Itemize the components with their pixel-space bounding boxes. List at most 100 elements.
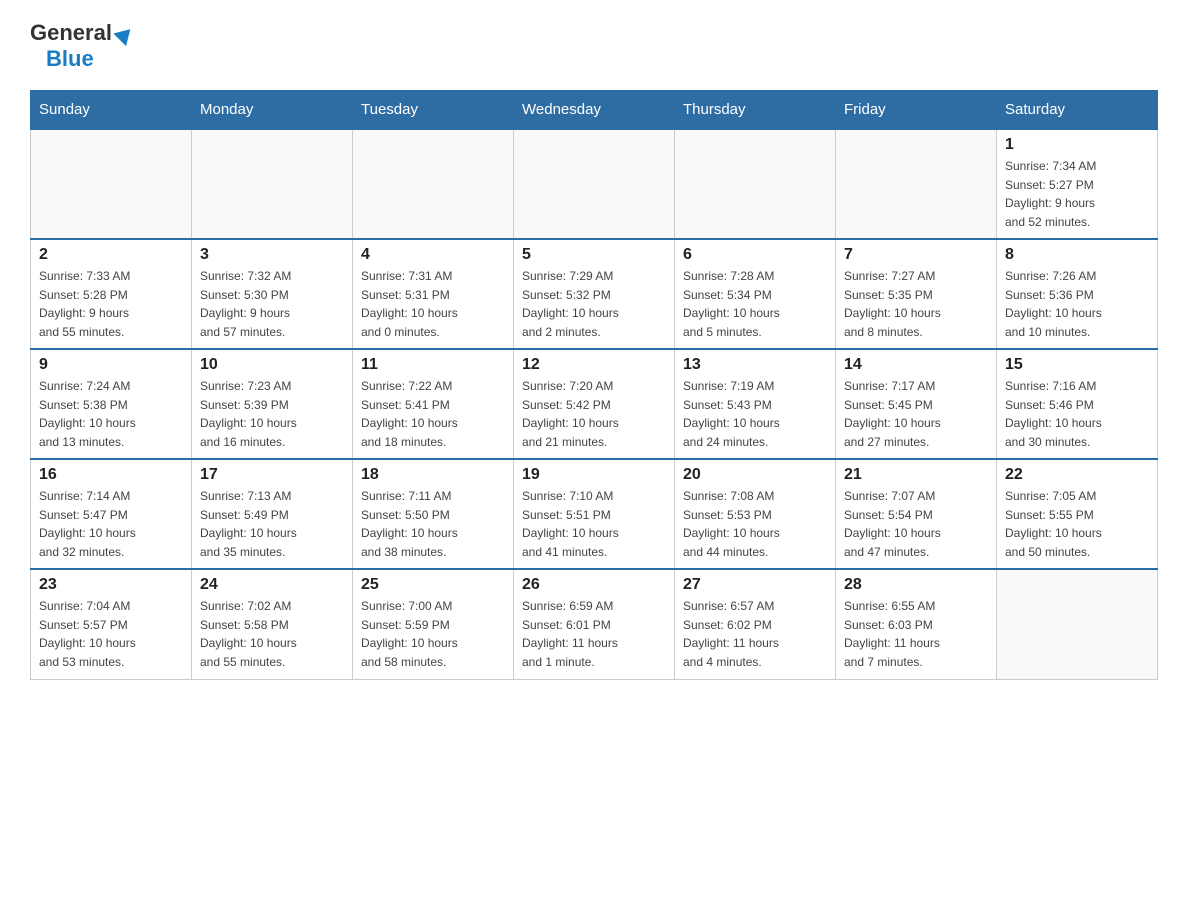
day-number: 12 xyxy=(522,356,666,374)
day-info: Sunrise: 7:13 AMSunset: 5:49 PMDaylight:… xyxy=(200,487,344,561)
weekday-header-monday: Monday xyxy=(192,91,353,130)
day-number: 22 xyxy=(1005,466,1149,484)
day-info: Sunrise: 7:28 AMSunset: 5:34 PMDaylight:… xyxy=(683,267,827,341)
day-cell xyxy=(997,569,1158,679)
day-number: 10 xyxy=(200,356,344,374)
weekday-header-friday: Friday xyxy=(836,91,997,130)
day-cell: 8Sunrise: 7:26 AMSunset: 5:36 PMDaylight… xyxy=(997,239,1158,349)
day-cell xyxy=(192,129,353,239)
day-info: Sunrise: 7:22 AMSunset: 5:41 PMDaylight:… xyxy=(361,377,505,451)
day-number: 26 xyxy=(522,576,666,594)
day-info: Sunrise: 7:33 AMSunset: 5:28 PMDaylight:… xyxy=(39,267,183,341)
day-cell: 5 Sunrise: 7:29 AMSunset: 5:32 PMDaylight… xyxy=(514,239,675,349)
day-number: 16 xyxy=(39,466,183,484)
day-cell xyxy=(836,129,997,239)
day-number: 7 xyxy=(844,246,988,264)
day-info: Sunrise: 7:11 AMSunset: 5:50 PMDaylight:… xyxy=(361,487,505,561)
day-info: Sunrise: 6:59 AMSunset: 6:01 PMDaylight:… xyxy=(522,597,666,671)
day-info: Sunrise: 7:23 AMSunset: 5:39 PMDaylight:… xyxy=(200,377,344,451)
day-info: Sunrise: 7:04 AMSunset: 5:57 PMDaylight:… xyxy=(39,597,183,671)
day-number: 18 xyxy=(361,466,505,484)
weekday-header-row: SundayMondayTuesdayWednesdayThursdayFrid… xyxy=(31,91,1158,130)
day-info: Sunrise: 7:16 AMSunset: 5:46 PMDaylight:… xyxy=(1005,377,1149,451)
day-cell: 18 Sunrise: 7:11 AMSunset: 5:50 PMDayligh… xyxy=(353,459,514,569)
day-number: 23 xyxy=(39,576,183,594)
day-number: 13 xyxy=(683,356,827,374)
day-cell: 12 Sunrise: 7:20 AMSunset: 5:42 PMDayligh… xyxy=(514,349,675,459)
day-info: Sunrise: 7:20 AMSunset: 5:42 PMDaylight:… xyxy=(522,377,666,451)
day-cell: 16 Sunrise: 7:14 AMSunset: 5:47 PMDayligh… xyxy=(31,459,192,569)
day-cell: 3 Sunrise: 7:32 AMSunset: 5:30 PMDaylight… xyxy=(192,239,353,349)
day-cell: 6 Sunrise: 7:28 AMSunset: 5:34 PMDaylight… xyxy=(675,239,836,349)
logo-general-text: General xyxy=(30,20,134,46)
day-cell: 10 Sunrise: 7:23 AMSunset: 5:39 PMDayligh… xyxy=(192,349,353,459)
day-cell: 17 Sunrise: 7:13 AMSunset: 5:49 PMDayligh… xyxy=(192,459,353,569)
day-cell: 2 Sunrise: 7:33 AMSunset: 5:28 PMDaylight… xyxy=(31,239,192,349)
week-row-2: 2 Sunrise: 7:33 AMSunset: 5:28 PMDaylight… xyxy=(31,239,1158,349)
day-info: Sunrise: 7:02 AMSunset: 5:58 PMDaylight:… xyxy=(200,597,344,671)
day-cell: 28 Sunrise: 6:55 AMSunset: 6:03 PMDayligh… xyxy=(836,569,997,679)
day-number: 4 xyxy=(361,246,505,264)
day-cell: 20 Sunrise: 7:08 AMSunset: 5:53 PMDayligh… xyxy=(675,459,836,569)
day-info: Sunrise: 6:55 AMSunset: 6:03 PMDaylight:… xyxy=(844,597,988,671)
day-number: 6 xyxy=(683,246,827,264)
day-info: Sunrise: 7:14 AMSunset: 5:47 PMDaylight:… xyxy=(39,487,183,561)
day-cell: 23 Sunrise: 7:04 AMSunset: 5:57 PMDayligh… xyxy=(31,569,192,679)
day-number: 20 xyxy=(683,466,827,484)
day-cell: 13 Sunrise: 7:19 AMSunset: 5:43 PMDayligh… xyxy=(675,349,836,459)
week-row-1: 1 Sunrise: 7:34 AMSunset: 5:27 PMDaylight… xyxy=(31,129,1158,239)
day-number: 24 xyxy=(200,576,344,594)
day-info: Sunrise: 7:27 AMSunset: 5:35 PMDaylight:… xyxy=(844,267,988,341)
weekday-header-thursday: Thursday xyxy=(675,91,836,130)
day-number: 25 xyxy=(361,576,505,594)
day-number: 19 xyxy=(522,466,666,484)
day-info: Sunrise: 7:05 AMSunset: 5:55 PMDaylight:… xyxy=(1005,487,1149,561)
logo: General Blue xyxy=(30,20,134,72)
day-info: Sunrise: 7:24 AMSunset: 5:38 PMDaylight:… xyxy=(39,377,183,451)
day-info: Sunrise: 7:32 AMSunset: 5:30 PMDaylight:… xyxy=(200,267,344,341)
day-number: 2 xyxy=(39,246,183,264)
weekday-header-tuesday: Tuesday xyxy=(353,91,514,130)
day-cell: 27Sunrise: 6:57 AMSunset: 6:02 PMDayligh… xyxy=(675,569,836,679)
day-cell: 15 Sunrise: 7:16 AMSunset: 5:46 PMDayligh… xyxy=(997,349,1158,459)
day-number: 17 xyxy=(200,466,344,484)
day-info: Sunrise: 7:19 AMSunset: 5:43 PMDaylight:… xyxy=(683,377,827,451)
day-cell xyxy=(353,129,514,239)
day-number: 28 xyxy=(844,576,988,594)
day-number: 3 xyxy=(200,246,344,264)
day-cell xyxy=(31,129,192,239)
day-info: Sunrise: 7:29 AMSunset: 5:32 PMDaylight:… xyxy=(522,267,666,341)
day-cell: 7 Sunrise: 7:27 AMSunset: 5:35 PMDaylight… xyxy=(836,239,997,349)
day-info: Sunrise: 7:17 AMSunset: 5:45 PMDaylight:… xyxy=(844,377,988,451)
day-cell xyxy=(514,129,675,239)
week-row-3: 9Sunrise: 7:24 AMSunset: 5:38 PMDaylight… xyxy=(31,349,1158,459)
day-info: Sunrise: 7:26 AMSunset: 5:36 PMDaylight:… xyxy=(1005,267,1149,341)
day-cell: 22 Sunrise: 7:05 AMSunset: 5:55 PMDayligh… xyxy=(997,459,1158,569)
weekday-header-sunday: Sunday xyxy=(31,91,192,130)
week-row-5: 23 Sunrise: 7:04 AMSunset: 5:57 PMDayligh… xyxy=(31,569,1158,679)
day-cell: 24 Sunrise: 7:02 AMSunset: 5:58 PMDayligh… xyxy=(192,569,353,679)
logo-blue-text: Blue xyxy=(46,46,94,72)
day-info: Sunrise: 7:07 AMSunset: 5:54 PMDaylight:… xyxy=(844,487,988,561)
logo-arrow-icon xyxy=(113,23,136,46)
day-cell: 14Sunrise: 7:17 AMSunset: 5:45 PMDayligh… xyxy=(836,349,997,459)
day-info: Sunrise: 7:00 AMSunset: 5:59 PMDaylight:… xyxy=(361,597,505,671)
day-number: 5 xyxy=(522,246,666,264)
day-cell: 11Sunrise: 7:22 AMSunset: 5:41 PMDayligh… xyxy=(353,349,514,459)
day-cell: 26 Sunrise: 6:59 AMSunset: 6:01 PMDayligh… xyxy=(514,569,675,679)
weekday-header-wednesday: Wednesday xyxy=(514,91,675,130)
day-cell: 1 Sunrise: 7:34 AMSunset: 5:27 PMDaylight… xyxy=(997,129,1158,239)
day-info: Sunrise: 7:10 AMSunset: 5:51 PMDaylight:… xyxy=(522,487,666,561)
calendar-table: SundayMondayTuesdayWednesdayThursdayFrid… xyxy=(30,90,1158,680)
day-info: Sunrise: 7:34 AMSunset: 5:27 PMDaylight:… xyxy=(1005,157,1149,231)
day-number: 15 xyxy=(1005,356,1149,374)
day-info: Sunrise: 7:08 AMSunset: 5:53 PMDaylight:… xyxy=(683,487,827,561)
day-cell: 4 Sunrise: 7:31 AMSunset: 5:31 PMDaylight… xyxy=(353,239,514,349)
day-number: 1 xyxy=(1005,136,1149,154)
day-cell: 21Sunrise: 7:07 AMSunset: 5:54 PMDayligh… xyxy=(836,459,997,569)
day-cell: 25 Sunrise: 7:00 AMSunset: 5:59 PMDayligh… xyxy=(353,569,514,679)
week-row-4: 16 Sunrise: 7:14 AMSunset: 5:47 PMDayligh… xyxy=(31,459,1158,569)
day-info: Sunrise: 6:57 AMSunset: 6:02 PMDaylight:… xyxy=(683,597,827,671)
weekday-header-saturday: Saturday xyxy=(997,91,1158,130)
day-info: Sunrise: 7:31 AMSunset: 5:31 PMDaylight:… xyxy=(361,267,505,341)
